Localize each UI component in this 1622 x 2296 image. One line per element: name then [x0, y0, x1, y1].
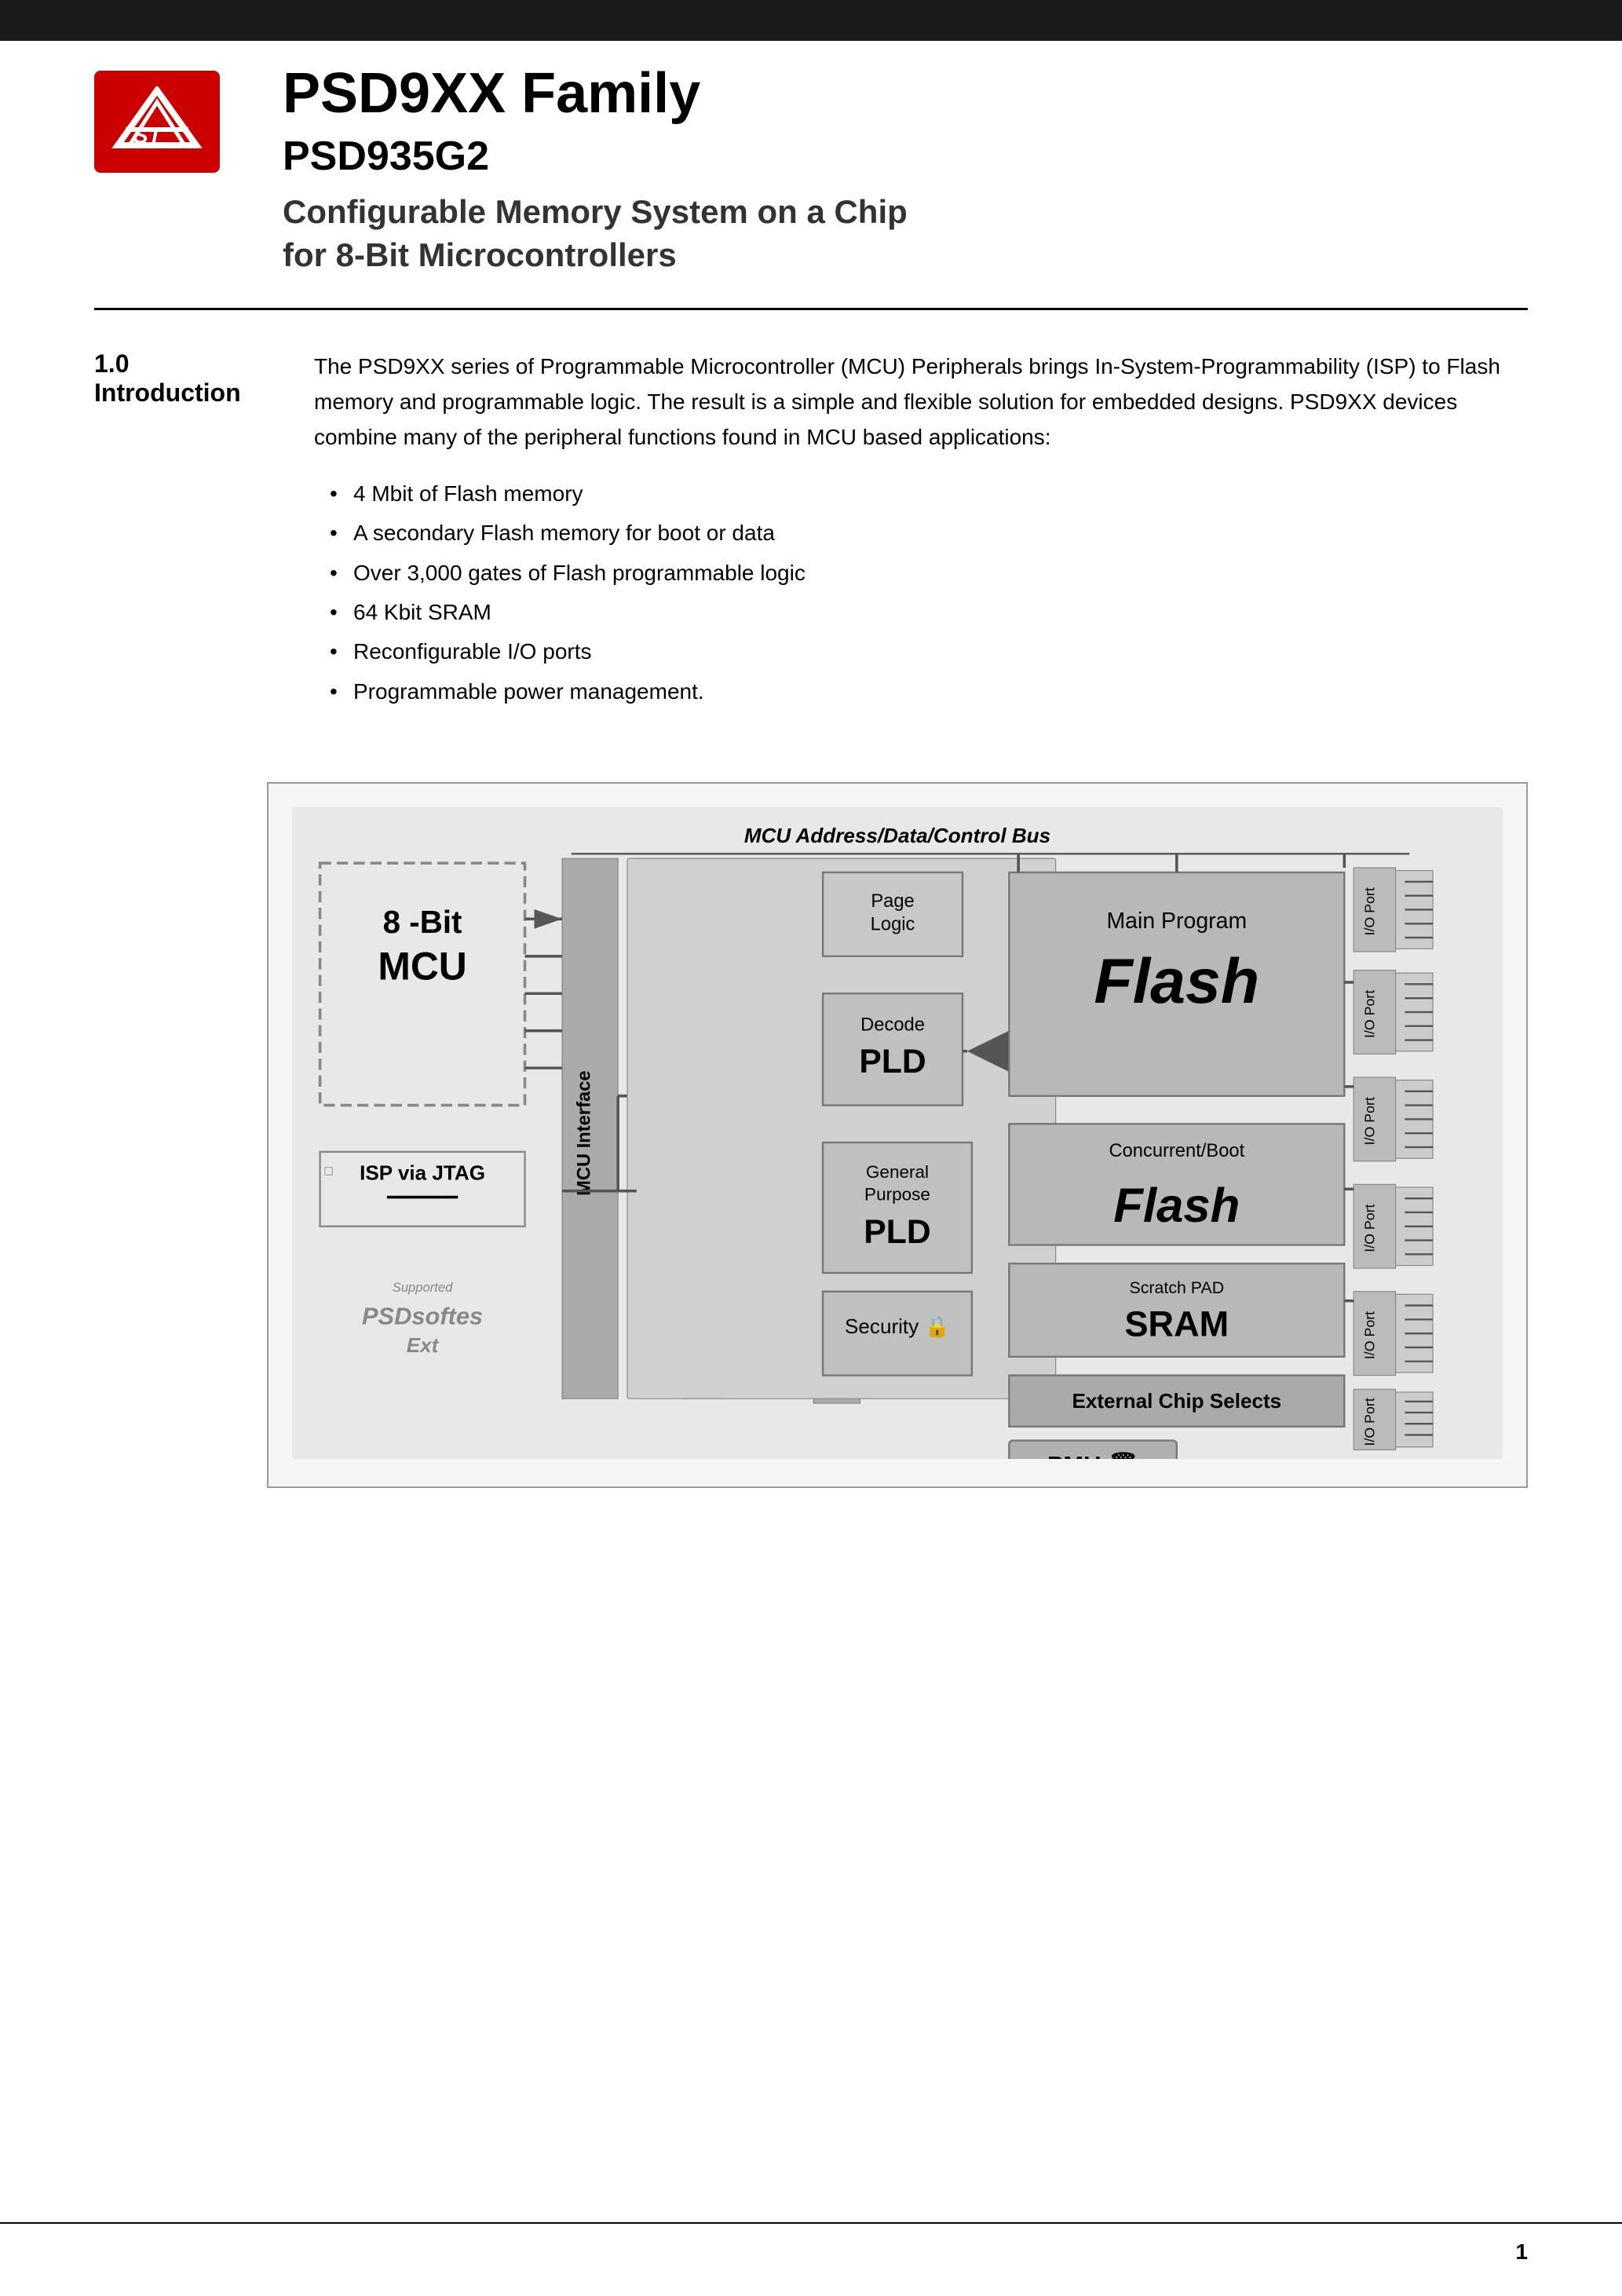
svg-text:8 -Bit: 8 -Bit: [383, 904, 462, 940]
bullet-6: Programmable power management.: [330, 672, 1528, 711]
svg-text:I/O Port: I/O Port: [1361, 990, 1377, 1038]
chip-diagram: MCU Address/Data/Control Bus 8 -Bit MCU …: [292, 807, 1503, 1459]
bus-label: MCU Address/Data/Control Bus: [744, 824, 1050, 847]
title-block: PSD9XX Family PSD935G2 Configurable Memo…: [283, 63, 1528, 276]
svg-text:PSDsoftes: PSDsoftes: [362, 1302, 483, 1329]
svg-text:SRAM: SRAM: [1124, 1304, 1229, 1344]
svg-text:Supported: Supported: [393, 1280, 453, 1295]
svg-text:Security 🔒: Security 🔒: [845, 1314, 950, 1338]
svg-text:I/O Port: I/O Port: [1361, 1097, 1377, 1145]
svg-text:MCU: MCU: [378, 945, 466, 989]
bullet-1: 4 Mbit of Flash memory: [330, 474, 1528, 514]
svg-text:MCU Interface: MCU Interface: [575, 1071, 595, 1196]
svg-text:□: □: [325, 1164, 333, 1179]
svg-text:Purpose: Purpose: [864, 1185, 930, 1205]
diagram-container: MCU Address/Data/Control Bus 8 -Bit MCU …: [267, 782, 1528, 1488]
page-title-sub: PSD935G2: [283, 133, 1528, 180]
right-content: The PSD9XX series of Programmable Microc…: [314, 349, 1528, 711]
section-number: 1.0: [94, 349, 267, 378]
bullet-4: 64 Kbit SRAM: [330, 593, 1528, 632]
page-number: 1: [1515, 2239, 1528, 2265]
svg-text:Page: Page: [871, 891, 914, 912]
svg-text:Flash: Flash: [1113, 1179, 1240, 1233]
svg-text:ST: ST: [133, 123, 164, 148]
header-bar: [0, 0, 1622, 41]
bullet-5: Reconfigurable I/O ports: [330, 632, 1528, 671]
bullet-2: A secondary Flash memory for boot or dat…: [330, 514, 1528, 553]
section-label: 1.0 Introduction: [94, 349, 267, 711]
svg-text:I/O Port: I/O Port: [1361, 1205, 1377, 1252]
logo-container: ST: [94, 71, 220, 173]
svg-text:Ext: Ext: [407, 1333, 440, 1357]
page-title-desc: Configurable Memory System on a Chip for…: [283, 191, 1528, 276]
svg-text:Scratch PAD: Scratch PAD: [1130, 1278, 1225, 1297]
svg-text:I/O Port: I/O Port: [1361, 1398, 1377, 1446]
svg-text:I/O Port: I/O Port: [1361, 887, 1377, 935]
svg-text:Main Program: Main Program: [1106, 909, 1247, 934]
section-name: Introduction: [94, 378, 267, 408]
svg-text:External Chip Selects: External Chip Selects: [1072, 1389, 1281, 1413]
title-desc-line1: Configurable Memory System on a Chip: [283, 193, 908, 230]
svg-text:General: General: [866, 1162, 929, 1182]
svg-text:PLD: PLD: [864, 1213, 930, 1251]
svg-text:PLD: PLD: [859, 1043, 926, 1080]
title-desc-line2: for 8-Bit Microcontrollers: [283, 236, 677, 273]
st-logo-svg: ST: [110, 86, 204, 157]
bullet-3: Over 3,000 gates of Flash programmable l…: [330, 554, 1528, 593]
bullet-list: 4 Mbit of Flash memory A secondary Flash…: [330, 474, 1528, 711]
svg-text:ISP via JTAG: ISP via JTAG: [360, 1161, 485, 1185]
intro-paragraph: The PSD9XX series of Programmable Microc…: [314, 349, 1528, 455]
svg-text:Logic: Logic: [871, 915, 915, 935]
svg-text:Decode: Decode: [860, 1015, 925, 1036]
svg-text:━━━━━━━: ━━━━━━━: [386, 1188, 458, 1207]
svg-text:Concurrent/Boot: Concurrent/Boot: [1109, 1141, 1244, 1161]
page-title-main: PSD9XX Family: [283, 63, 1528, 125]
content-section: 1.0 Introduction The PSD9XX series of Pr…: [0, 310, 1622, 751]
top-section: ST PSD9XX Family PSD935G2 Configurable M…: [0, 0, 1622, 308]
footer: 1: [0, 2222, 1622, 2265]
svg-text:I/O Port: I/O Port: [1361, 1311, 1377, 1359]
svg-text:PMU 🗑: PMU 🗑: [1047, 1451, 1138, 1459]
svg-text:Flash: Flash: [1094, 946, 1260, 1017]
st-logo: ST: [94, 71, 220, 173]
